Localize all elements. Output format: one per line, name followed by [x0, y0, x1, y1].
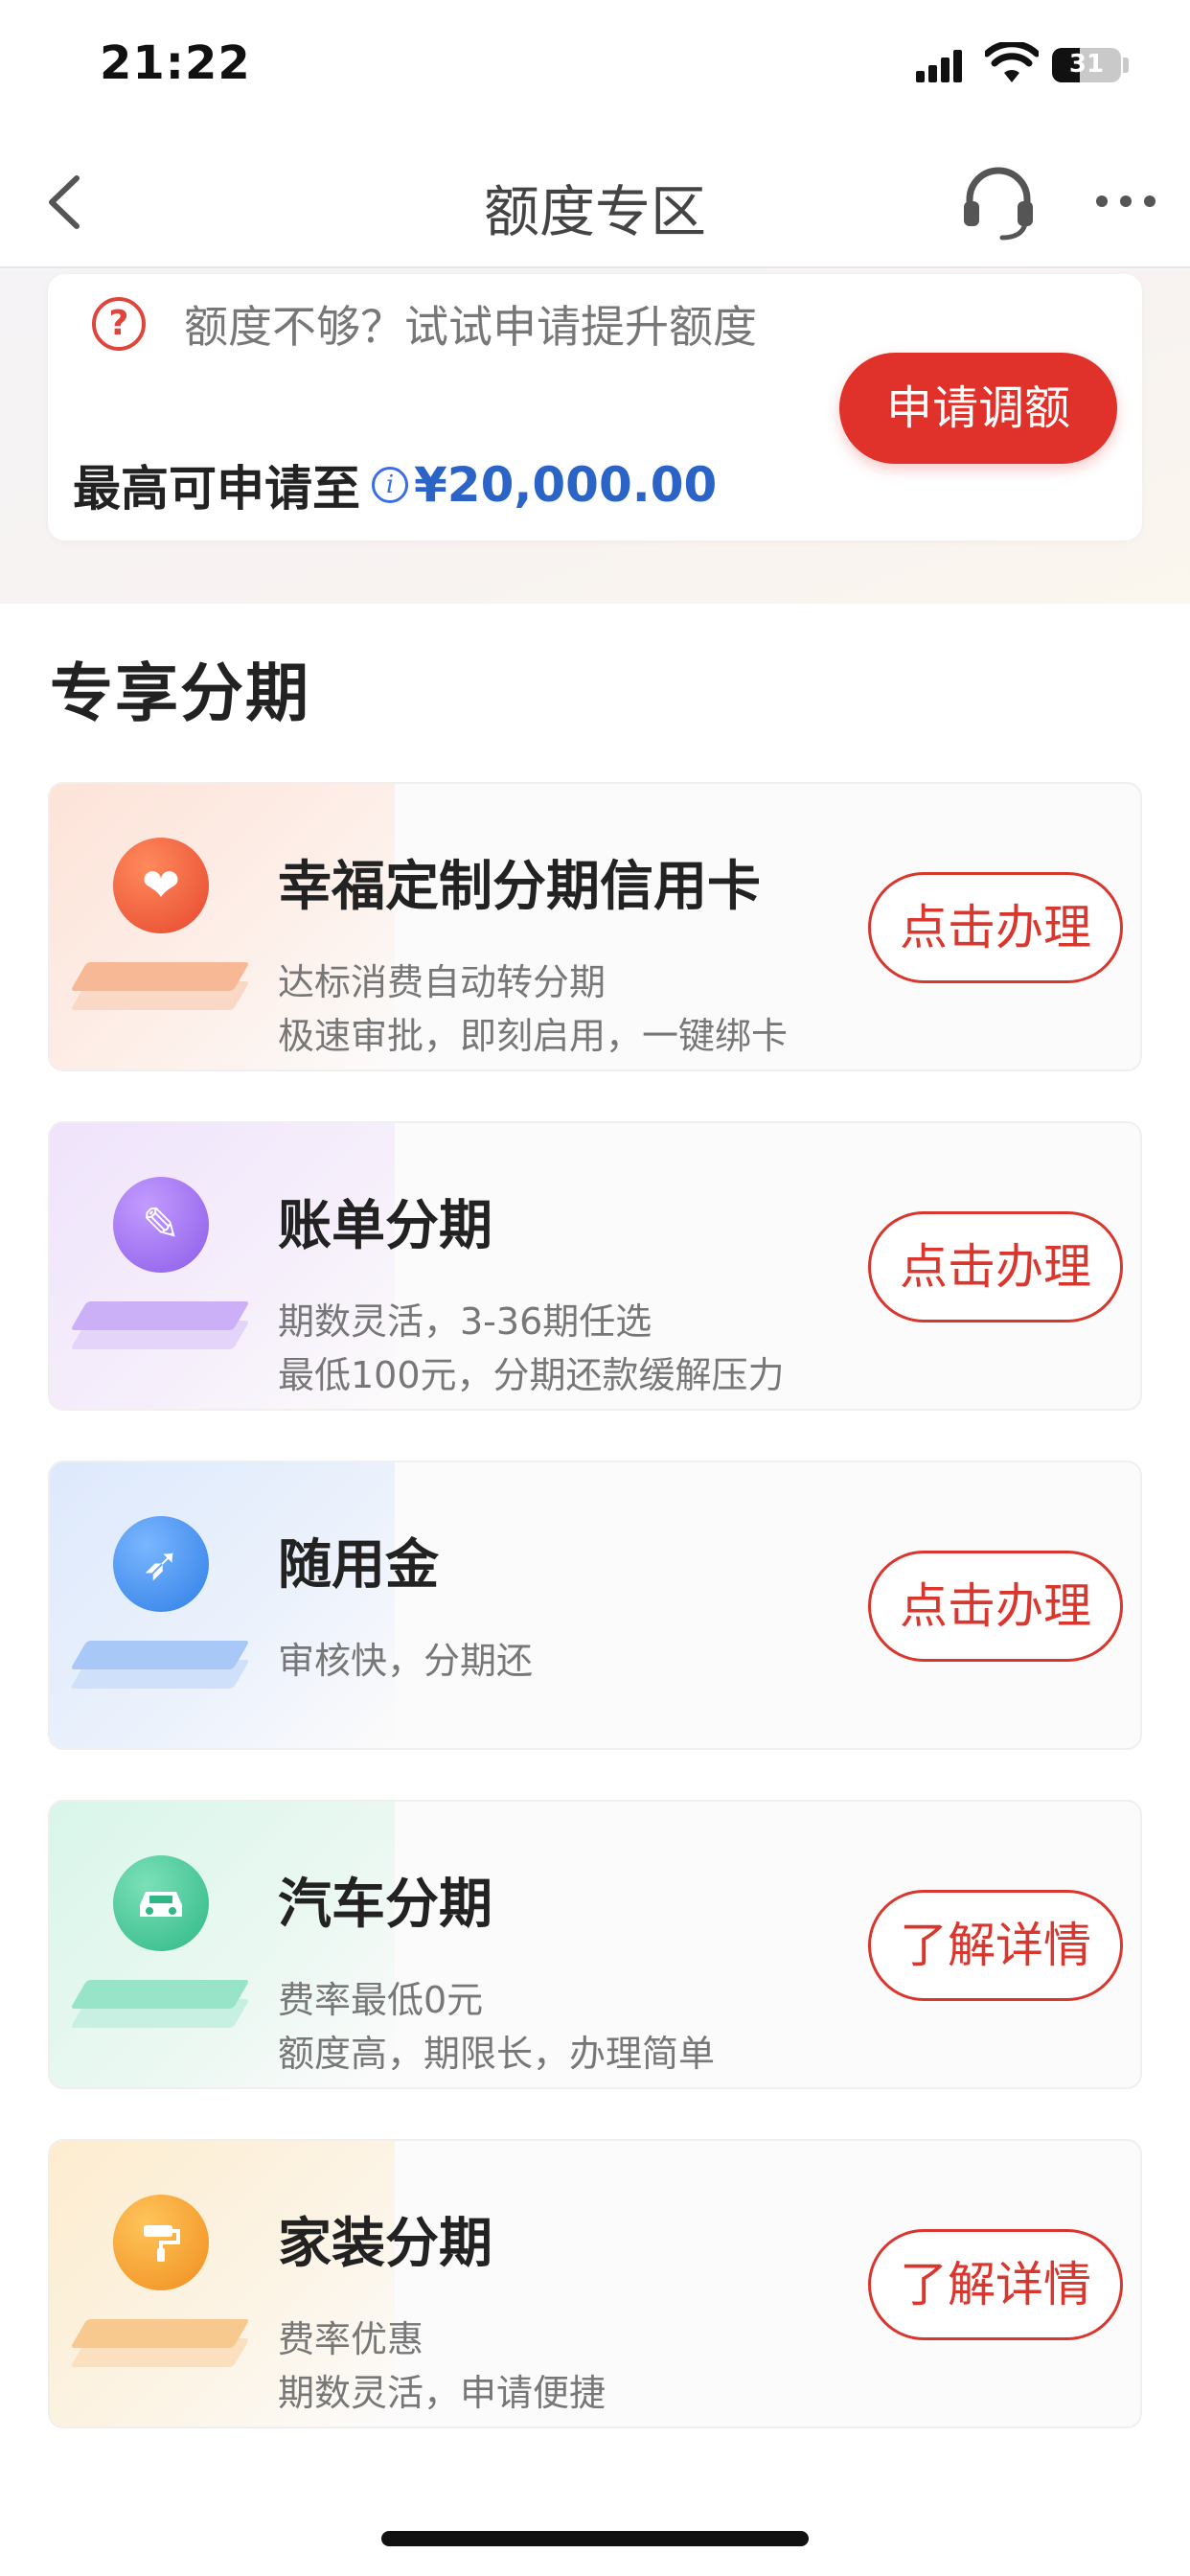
bottom-safe-area: [0, 2477, 1190, 2576]
quota-tip: 额度不够？试试申请提升额度: [184, 301, 757, 353]
handle-button[interactable]: 点击办理: [868, 1551, 1123, 1662]
card-title: 账单分期: [278, 1195, 492, 1257]
headset-icon[interactable]: [958, 161, 1039, 242]
card-illustration: [59, 1840, 251, 2051]
max-quota-label: 最高可申请至: [73, 461, 360, 517]
status-bar: 21:22 31: [0, 0, 1190, 134]
card-desc-line: 费率优惠: [278, 2318, 424, 2360]
product-card-bill-installment[interactable]: ✎ 账单分期 期数灵活，3-36期任选 最低100元，分期还款缓解压力 点击办理: [48, 1121, 1142, 1411]
battery-icon: 31: [1052, 48, 1121, 82]
apply-quota-button[interactable]: 申请调额: [839, 353, 1117, 464]
heart-icon: ❤: [113, 838, 209, 933]
product-card-home-decor[interactable]: 家装分期 费率优惠 期数灵活，申请便捷 了解详情: [48, 2139, 1142, 2428]
card-illustration: ❤: [59, 822, 251, 1033]
card-illustration: ✎: [59, 1162, 251, 1372]
card-desc-line: 期数灵活，3-36期任选: [278, 1300, 652, 1343]
paint-roller-icon: [113, 2195, 209, 2290]
card-title: 幸福定制分期信用卡: [278, 856, 761, 918]
max-quota-amount: ¥20,000.00: [414, 457, 718, 513]
card-title: 随用金: [278, 1534, 439, 1597]
details-button[interactable]: 了解详情: [868, 2229, 1123, 2340]
home-indicator[interactable]: [381, 2531, 809, 2546]
status-time: 21:22: [100, 36, 251, 90]
handle-button[interactable]: 点击办理: [868, 1211, 1123, 1322]
battery-level: 31: [1068, 50, 1105, 79]
nav-bar: 额度专区: [0, 134, 1190, 268]
card-desc-line: 期数灵活，申请便捷: [278, 2372, 606, 2414]
card-desc-line: 额度高，期限长，办理简单: [278, 2033, 716, 2075]
card-illustration: ➶: [59, 1501, 251, 1712]
card-desc-line: 达标消费自动转分期: [278, 961, 606, 1003]
card-title: 家装分期: [278, 2213, 492, 2275]
battery-tip: [1123, 58, 1129, 73]
card-desc-line: 费率最低0元: [278, 1979, 484, 2021]
cellular-signal-icon: [916, 50, 964, 82]
info-icon[interactable]: i: [372, 467, 408, 503]
quota-card: ? 额度不够？试试申请提升额度 最高可申请至 i ¥20,000.00 申请调额: [48, 274, 1142, 540]
more-dots-icon[interactable]: [1092, 172, 1159, 230]
product-card-flexible-cash[interactable]: ➶ 随用金 审核快，分期还 点击办理: [48, 1460, 1142, 1750]
card-desc-line: 极速审批，即刻启用，一键绑卡: [278, 1015, 789, 1057]
car-icon: [113, 1855, 209, 1951]
rocket-icon: ➶: [113, 1516, 209, 1612]
product-card-happiness[interactable]: ❤ 幸福定制分期信用卡 达标消费自动转分期 极速审批，即刻启用，一键绑卡 点击办…: [48, 782, 1142, 1071]
max-quota-row: 最高可申请至 i ¥20,000.00: [73, 450, 717, 519]
product-card-car-installment[interactable]: 汽车分期 费率最低0元 额度高，期限长，办理简单 了解详情: [48, 1800, 1142, 2089]
pencil-icon: ✎: [113, 1177, 209, 1273]
details-button[interactable]: 了解详情: [868, 1890, 1123, 2001]
card-title: 汽车分期: [278, 1874, 492, 1936]
question-icon: ?: [92, 297, 146, 351]
card-desc-line: 审核快，分期还: [278, 1640, 534, 1682]
wifi-icon: [985, 42, 1039, 82]
card-desc-line: 最低100元，分期还款缓解压力: [278, 1354, 785, 1396]
section-title: 专享分期: [50, 656, 310, 730]
handle-button[interactable]: 点击办理: [868, 872, 1123, 983]
card-illustration: [59, 2179, 251, 2390]
